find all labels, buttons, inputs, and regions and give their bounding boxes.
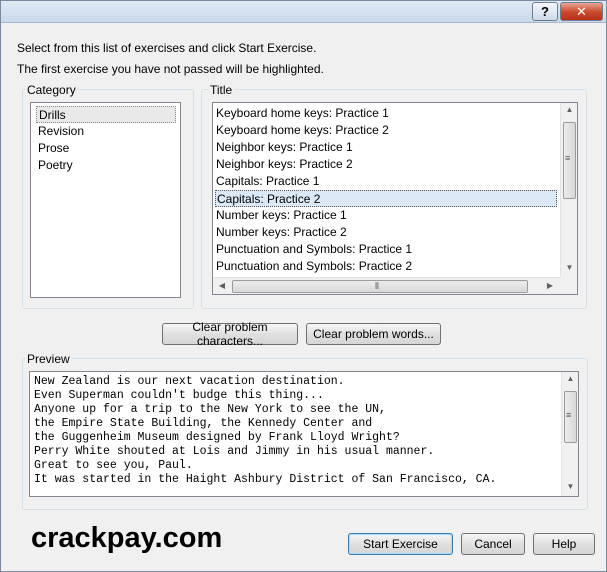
scroll-down-arrow-icon[interactable]: ▼ [562, 482, 579, 491]
list-item[interactable]: Capitals: Practice 1 [215, 173, 557, 190]
watermark-text: crackpay.com [31, 522, 223, 554]
preview-line: Anyone up for a trip to the New York to … [34, 403, 386, 416]
vertical-scroll-thumb[interactable]: ≡ [563, 122, 576, 199]
preview-vertical-scrollbar[interactable]: ▲ ≡ ▼ [561, 372, 578, 496]
preview-line: the Guggenheim Museum designed by Frank … [34, 431, 400, 444]
preview-line: It was started in the Haight Ashbury Dis… [34, 473, 497, 486]
start-exercise-button[interactable]: Start Exercise [348, 533, 453, 555]
list-item[interactable]: Neighbor keys: Practice 2 [215, 156, 557, 173]
preview-line: Perry White shouted at Lois and Jimmy in… [34, 445, 435, 458]
list-item[interactable]: Number keys: Practice 1 [215, 207, 557, 224]
category-listbox[interactable]: Drills Revision Prose Poetry [30, 102, 181, 298]
grip-icon: ≡ [566, 410, 572, 420]
category-item-revision[interactable]: Revision [36, 123, 176, 140]
cancel-button[interactable]: Cancel [461, 533, 525, 555]
list-item[interactable]: Punctuation and Symbols: Practice 1 [215, 241, 557, 258]
preview-line: the Empire State Building, the Kennedy C… [34, 417, 373, 430]
instruction-line-2: The first exercise you have not passed w… [17, 62, 324, 76]
list-item[interactable]: Neighbor keys: Practice 1 [215, 139, 557, 156]
close-icon: ✕ [576, 3, 587, 19]
scroll-up-arrow-icon[interactable]: ▲ [561, 105, 578, 114]
clear-problem-characters-button[interactable]: Clear problem characters... [162, 320, 298, 348]
title-label: Title [208, 83, 235, 97]
scroll-corner [560, 277, 577, 294]
list-item[interactable]: Keyboard home keys: Practice 1 [215, 105, 557, 122]
title-vertical-scrollbar[interactable]: ▲ ≡ ▼ [560, 103, 577, 277]
list-item[interactable]: Number keys: Practice 2 [215, 224, 557, 241]
category-label: Category [25, 83, 78, 97]
title-horizontal-scrollbar[interactable]: ◀ ⦀ ▶ [213, 277, 560, 294]
clear-problem-words-button[interactable]: Clear problem words... [306, 323, 441, 345]
close-window-button[interactable]: ✕ [560, 2, 603, 21]
grip-icon: ⦀ [375, 281, 379, 291]
list-item-selected[interactable]: Capitals: Practice 2 [215, 190, 557, 207]
exercise-dialog: ? ✕ Select from this list of exercises a… [0, 0, 607, 572]
scroll-left-arrow-icon[interactable]: ◀ [216, 281, 228, 290]
scroll-up-arrow-icon[interactable]: ▲ [562, 374, 579, 383]
category-item-poetry[interactable]: Poetry [36, 157, 176, 174]
preview-line: Great to see you, Paul. [34, 459, 193, 472]
instruction-line-1: Select from this list of exercises and c… [17, 41, 317, 55]
title-bar: ? ✕ [1, 1, 606, 23]
scroll-right-arrow-icon[interactable]: ▶ [544, 281, 556, 290]
list-item[interactable]: Punctuation and Symbols: Practice 2 [215, 258, 557, 275]
preview-label: Preview [25, 352, 72, 366]
help-title-button[interactable]: ? [532, 2, 558, 21]
preview-line: Even Superman couldn't budge this thing.… [34, 389, 324, 402]
category-item-drills[interactable]: Drills [36, 106, 176, 123]
title-listbox[interactable]: Keyboard home keys: Practice 1 Keyboard … [212, 102, 578, 295]
list-item[interactable]: Keyboard home keys: Practice 2 [215, 122, 557, 139]
grip-icon: ≡ [565, 153, 571, 163]
vertical-scroll-thumb[interactable]: ≡ [564, 391, 577, 443]
scroll-down-arrow-icon[interactable]: ▼ [561, 263, 578, 272]
help-button[interactable]: Help [533, 533, 595, 555]
category-item-prose[interactable]: Prose [36, 140, 176, 157]
preview-line: New Zealand is our next vacation destina… [34, 375, 345, 388]
horizontal-scroll-thumb[interactable]: ⦀ [232, 280, 528, 293]
preview-textbox[interactable]: New Zealand is our next vacation destina… [29, 371, 579, 497]
